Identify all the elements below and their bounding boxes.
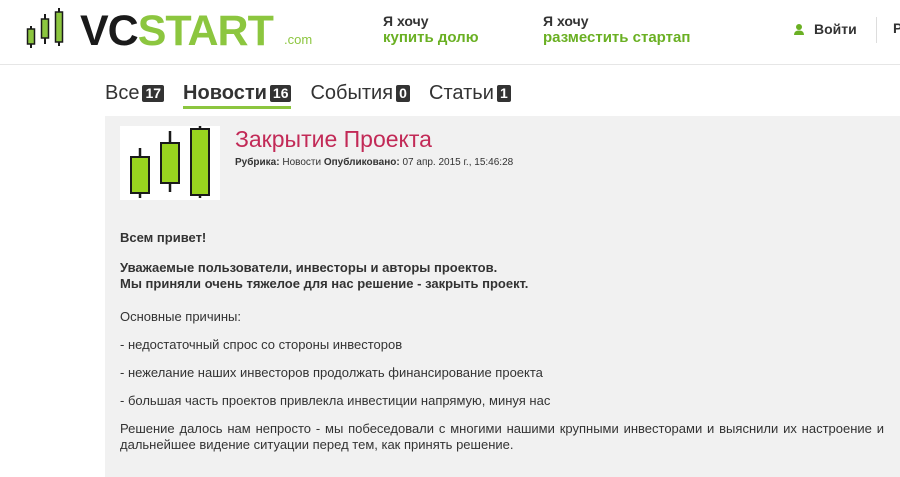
tab-label: Все (105, 82, 140, 104)
nav-place-prefix: Я хочу (543, 13, 589, 29)
user-icon (794, 23, 804, 35)
reason-item: - нежелание наших инвесторов продолжать … (120, 365, 543, 380)
nav-buy-prefix: Я хочу (383, 13, 429, 29)
tab-count-badge: 16 (269, 84, 292, 102)
logo-vc: VC (80, 7, 139, 55)
logo-start: START (137, 7, 274, 55)
article-body: Всем привет! Уважаемые пользователи, инв… (120, 230, 884, 465)
tab-count-badge: 1 (496, 84, 511, 102)
tab-count-badge: 0 (396, 84, 411, 102)
tab-events[interactable]: События 0 (310, 80, 411, 106)
rubric-value: Новости (282, 157, 322, 168)
tab-label: Статьи (429, 82, 494, 104)
published-label: Опубликовано: (323, 157, 400, 168)
tab-news[interactable]: Новости 16 (183, 80, 292, 109)
register-link-partial[interactable]: Р (893, 20, 900, 36)
site-header: VCSTART .com Я хочу купить долю Я хочу р… (0, 0, 900, 65)
greeting: Всем привет! (120, 230, 207, 245)
announcement-line-1: Уважаемые пользователи, инвесторы и авто… (120, 260, 498, 275)
nav-buy-share-link[interactable]: Я хочу купить долю (383, 13, 479, 47)
tab-label: События (310, 82, 394, 104)
reason-item: - большая часть проектов привлекла инвес… (120, 393, 551, 408)
article-title[interactable]: Закрытие Проекта (235, 124, 432, 154)
tab-articles[interactable]: Статьи 1 (429, 80, 511, 106)
reason-item: - недостаточный спрос со стороны инвесто… (120, 337, 403, 352)
article-meta: Рубрика: Новости Опубликовано: 07 апр. 2… (235, 156, 513, 170)
rubric-label: Рубрика: (235, 157, 280, 168)
tab-label: Новости (183, 82, 267, 104)
nav-buy-label: купить долю (383, 29, 479, 46)
article-thumbnail[interactable] (120, 126, 220, 200)
announcement: Уважаемые пользователи, инвесторы и авто… (120, 260, 884, 292)
nav-place-label: разместить стартап (543, 29, 691, 46)
candlestick-logo-icon (26, 8, 64, 48)
logo-wordmark: VCSTART (80, 7, 274, 55)
login-button[interactable]: Войти (793, 21, 857, 37)
candlestick-thumbnail-icon (130, 126, 210, 198)
nav-place-startup-link[interactable]: Я хочу разместить стартап (543, 13, 690, 47)
published-value: 07 апр. 2015 г., 15:46:28 (402, 157, 514, 168)
news-article: Закрытие Проекта Рубрика: Новости Опубли… (105, 116, 900, 477)
logo-dotcom: .com (284, 32, 313, 47)
announcement-line-2: Мы приняли очень тяжелое для нас решение… (120, 276, 529, 291)
content-tabs: Все 17 Новости 16 События 0 Статьи 1 (105, 80, 530, 110)
login-label: Войти (814, 21, 857, 37)
reasons-heading: Основные причины: (120, 309, 241, 324)
closing-paragraph: Решение далось нам непросто - мы побесед… (120, 421, 884, 452)
tab-count-badge: 17 (142, 84, 165, 102)
header-divider (876, 17, 877, 43)
tab-all[interactable]: Все 17 (105, 80, 165, 106)
